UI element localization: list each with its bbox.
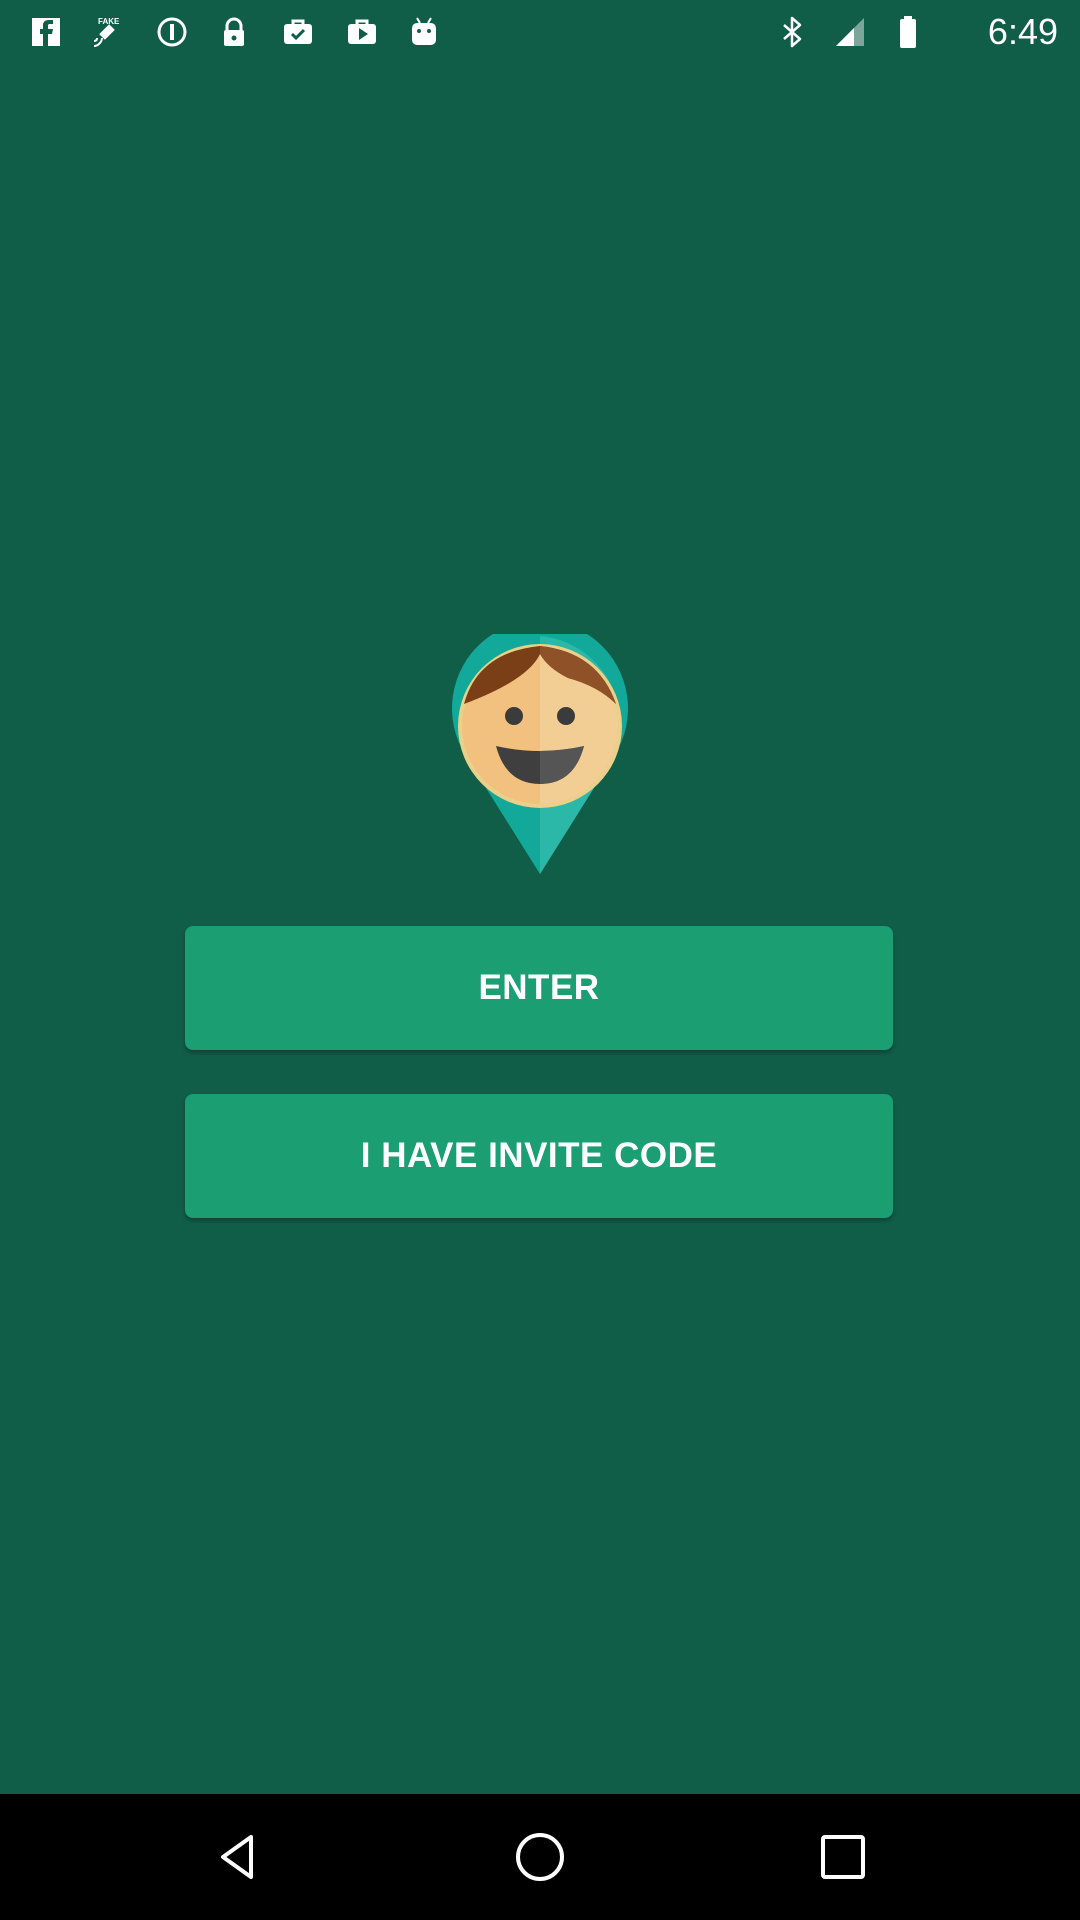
back-icon[interactable] [202, 1822, 272, 1892]
recents-icon[interactable] [808, 1822, 878, 1892]
play-briefcase-icon [342, 12, 382, 52]
home-icon[interactable] [505, 1822, 575, 1892]
status-time: 6:49 [987, 11, 1058, 52]
bluetooth-icon [772, 12, 812, 52]
info-icon [152, 12, 192, 52]
battery-icon [888, 12, 928, 52]
invite-code-button[interactable]: I HAVE INVITE CODE [185, 1094, 893, 1218]
lock-icon [214, 12, 254, 52]
android-icon [404, 12, 444, 52]
enter-button[interactable]: ENTER [185, 926, 893, 1050]
briefcase-check-icon [278, 12, 318, 52]
status-bar: FAKE 6:49 [0, 0, 1080, 64]
child-location-pin-icon [448, 634, 632, 874]
fake-gps-icon: FAKE [88, 12, 128, 52]
signal-icon [830, 12, 870, 52]
navigation-bar [0, 1794, 1080, 1920]
facebook-icon [26, 12, 66, 52]
